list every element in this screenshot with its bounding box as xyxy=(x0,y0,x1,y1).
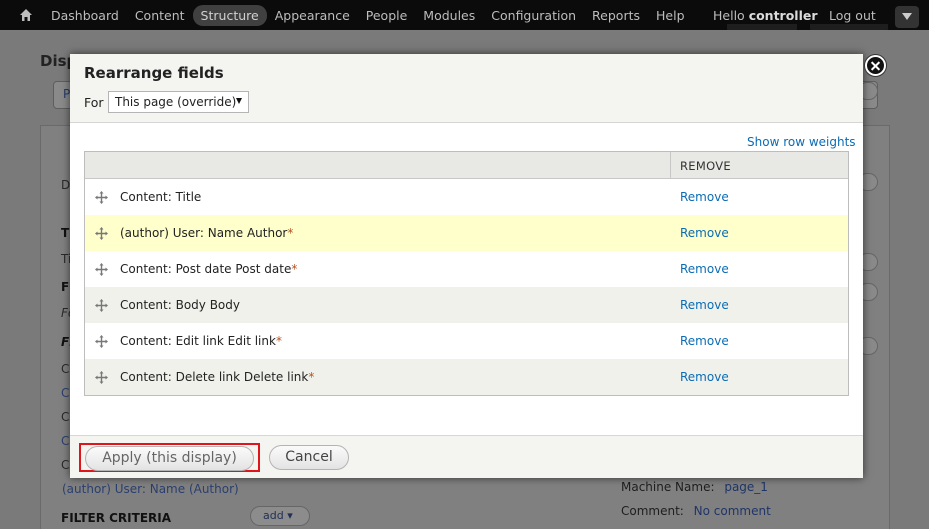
comment-value[interactable]: No comment xyxy=(694,504,771,518)
field-label: Content: Body Body xyxy=(120,298,240,312)
rearrange-fields-dialog: Rearrange fields For This page (override… xyxy=(70,54,863,478)
apply-button[interactable]: Apply (this display) xyxy=(85,446,254,471)
dialog-title: Rearrange fields xyxy=(84,64,224,82)
field-label-text: (author) User: Name Author xyxy=(120,226,288,240)
field-label-text: Content: Title xyxy=(120,190,202,204)
for-label: For xyxy=(84,95,104,110)
remove-link[interactable]: Remove xyxy=(680,226,729,240)
remove-link[interactable]: Remove xyxy=(680,262,729,276)
menu-item-dashboard[interactable]: Dashboard xyxy=(43,5,127,26)
for-select[interactable]: This page (override) xyxy=(108,91,249,113)
field-label: Content: Edit link Edit link* xyxy=(120,334,282,348)
for-select-value: This page (override) xyxy=(115,95,237,109)
menu-item-people[interactable]: People xyxy=(358,5,416,26)
menu-item-structure[interactable]: Structure xyxy=(192,4,267,26)
table-row: Content: Body Body Remove xyxy=(85,287,848,323)
apply-highlight: Apply (this display) xyxy=(79,443,260,472)
menu-item-configuration[interactable]: Configuration xyxy=(483,5,584,26)
table-row: Content: Delete link Delete link* Remove xyxy=(85,359,848,395)
required-star: * xyxy=(275,334,282,348)
dialog-header: Rearrange fields For This page (override… xyxy=(70,54,863,123)
drag-handle-icon[interactable] xyxy=(95,227,108,240)
machine-name-label: Machine Name: xyxy=(621,480,715,494)
close-icon[interactable] xyxy=(865,55,886,76)
drag-handle-icon[interactable] xyxy=(95,371,108,384)
drag-handle-icon[interactable] xyxy=(95,263,108,276)
toolbar-menu: Dashboard Content Structure Appearance P… xyxy=(43,0,693,30)
bg-link: C xyxy=(61,386,70,400)
field-label-text: Content: Edit link Edit link xyxy=(120,334,276,348)
menu-item-modules[interactable]: Modules xyxy=(415,5,483,26)
bg-link: C xyxy=(61,434,70,448)
field-label: Content: Title xyxy=(120,190,201,204)
add-filter-button[interactable]: add ▾ xyxy=(250,506,310,526)
add-label: add xyxy=(263,509,284,522)
cancel-button[interactable]: Cancel xyxy=(269,445,349,470)
field-label: Content: Delete link Delete link* xyxy=(120,370,314,384)
machine-name-value[interactable]: page_1 xyxy=(724,480,768,494)
column-divider xyxy=(670,152,671,179)
menu-item-help[interactable]: Help xyxy=(648,5,693,26)
menu-item-reports[interactable]: Reports xyxy=(584,5,648,26)
field-label: Content: Post date Post date* xyxy=(120,262,297,276)
drag-handle-icon[interactable] xyxy=(95,335,108,348)
table-row: Content: Title Remove xyxy=(85,179,848,215)
comment-label: Comment: xyxy=(621,504,684,518)
dialog-footer: Apply (this display) Cancel xyxy=(70,435,863,478)
field-label: (author) User: Name Author* xyxy=(120,226,293,240)
admin-toolbar: Dashboard Content Structure Appearance P… xyxy=(0,0,929,36)
bg-text: C xyxy=(61,410,70,424)
display-settings: Machine Name: page_1 Comment: No comment xyxy=(613,470,878,529)
home-icon[interactable] xyxy=(18,7,34,23)
table-row: Content: Edit link Edit link* Remove xyxy=(85,323,848,359)
logout-link[interactable]: Log out xyxy=(829,8,876,23)
chevron-down-icon[interactable] xyxy=(895,6,919,28)
remove-link[interactable]: Remove xyxy=(680,334,729,348)
bg-text: C xyxy=(61,458,70,472)
required-star: * xyxy=(308,370,315,384)
table-header: REMOVE xyxy=(85,152,848,179)
username-link[interactable]: controller xyxy=(749,8,818,23)
author-field-link[interactable]: (author) User: Name (Author) xyxy=(62,482,239,496)
remove-link[interactable]: Remove xyxy=(680,370,729,384)
required-star: * xyxy=(287,226,294,240)
hello-label: Hello xyxy=(713,7,745,23)
field-label-text: Content: Post date Post date xyxy=(120,262,292,276)
show-row-weights-link[interactable]: Show row weights xyxy=(747,135,856,149)
fields-table: REMOVE Content: Title Remove (author) Us… xyxy=(84,151,849,396)
remove-link[interactable]: Remove xyxy=(680,190,729,204)
menu-item-appearance[interactable]: Appearance xyxy=(267,5,358,26)
bg-text: C xyxy=(61,362,70,376)
table-row: (author) User: Name Author* Remove xyxy=(85,215,848,251)
menu-item-content[interactable]: Content xyxy=(127,5,193,26)
caret-down-icon xyxy=(236,98,242,104)
drag-handle-icon[interactable] xyxy=(95,299,108,312)
field-label-text: Content: Delete link Delete link xyxy=(120,370,309,384)
table-row: Content: Post date Post date* Remove xyxy=(85,251,848,287)
remove-column-header: REMOVE xyxy=(680,159,731,173)
required-star: * xyxy=(291,262,298,276)
remove-link[interactable]: Remove xyxy=(680,298,729,312)
filter-criteria-heading: FILTER CRITERIA xyxy=(61,511,172,525)
bg-text: D xyxy=(61,178,71,192)
field-label-text: Content: Body Body xyxy=(120,298,240,312)
drag-handle-icon[interactable] xyxy=(95,191,108,204)
